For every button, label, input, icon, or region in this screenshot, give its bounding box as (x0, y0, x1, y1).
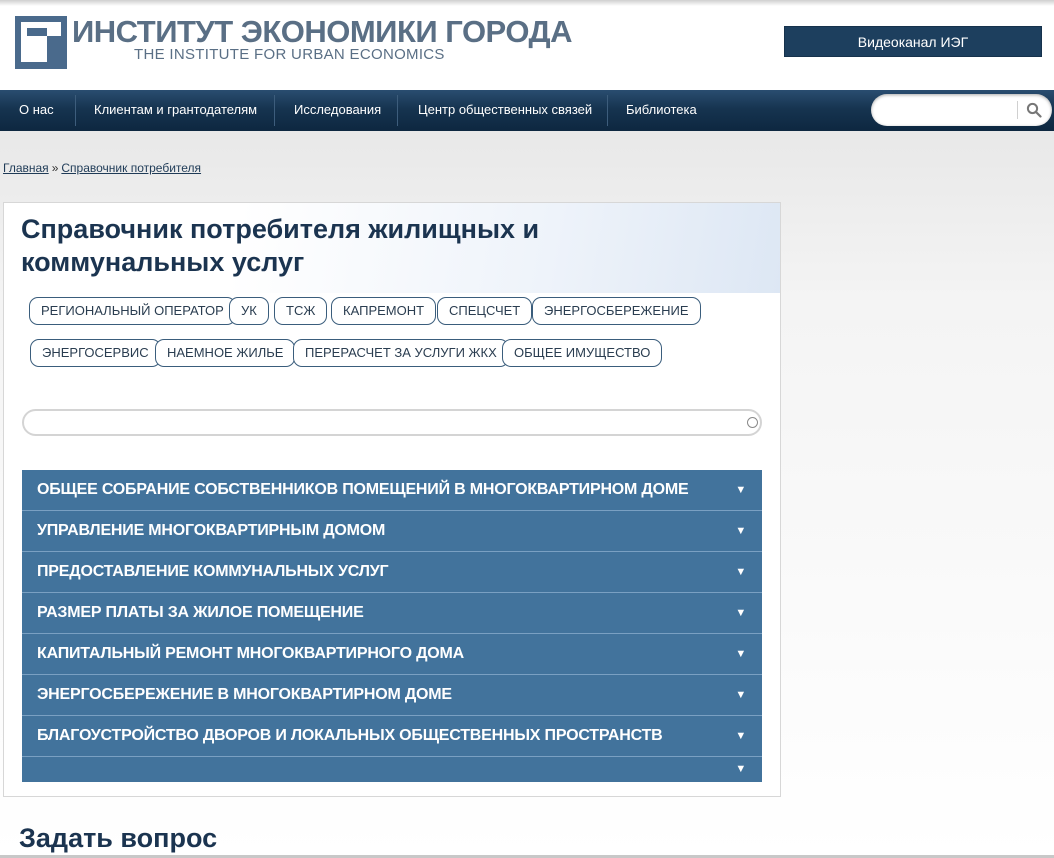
search-divider (1017, 101, 1018, 119)
triangle-down-icon: ▼ (735, 689, 746, 701)
accordion-item[interactable]: ПРЕДОСТАВЛЕНИЕ КОММУНАЛЬНЫХ УСЛУГ ▼ (22, 552, 762, 593)
triangle-down-icon: ▼ (735, 566, 746, 578)
tag-tszh[interactable]: ТСЖ (274, 297, 328, 325)
logo-subtitle: THE INSTITUTE FOR URBAN ECONOMICS (134, 46, 445, 63)
nav-item-about[interactable]: О нас (19, 90, 54, 131)
triangle-down-icon: ▼ (735, 763, 746, 775)
accordion-item-label: УПРАВЛЕНИЕ МНОГОКВАРТИРНЫМ ДОМОМ (37, 522, 386, 539)
search-icon[interactable] (1026, 102, 1042, 118)
accordion-item[interactable]: РАЗМЕР ПЛАТЫ ЗА ЖИЛОЕ ПОМЕЩЕНИЕ ▼ (22, 593, 762, 634)
accordion-item-label: БЛАГОУСТРОЙСТВО ДВОРОВ И ЛОКАЛЬНЫХ ОБЩЕС… (37, 727, 663, 744)
logo-title[interactable]: ИНСТИТУТ ЭКОНОМИКИ ГОРОДА (72, 14, 573, 50)
site-search (871, 94, 1052, 126)
tag-regional-operator[interactable]: РЕГИОНАЛЬНЫЙ ОПЕРАТОР (29, 297, 236, 325)
page-title: Справочник потребителя жилищных и коммун… (21, 214, 540, 277)
nav-separator (607, 95, 608, 126)
nav-separator (397, 95, 398, 126)
tag-energy-service[interactable]: ЭНЕРГОСЕРВИС (30, 339, 161, 367)
ask-question-title: Задать вопрос (19, 823, 218, 853)
breadcrumb-separator: » (51, 161, 59, 175)
nav-separator (75, 95, 76, 126)
logo-icon[interactable] (15, 16, 67, 69)
accordion-item[interactable]: КАПИТАЛЬНЫЙ РЕМОНТ МНОГОКВАРТИРНОГО ДОМА… (22, 634, 762, 675)
tag-recalculation[interactable]: ПЕРЕРАСЧЕТ ЗА УСЛУГИ ЖКХ (293, 339, 509, 367)
breadcrumb-current-link[interactable]: Справочник потребителя (61, 161, 201, 175)
site-header: ИНСТИТУТ ЭКОНОМИКИ ГОРОДА THE INSTITUTE … (0, 0, 1054, 90)
tag-common-property[interactable]: ОБЩЕЕ ИМУЩЕСТВО (502, 339, 663, 367)
nav-item-library[interactable]: Библиотека (626, 90, 697, 131)
tag-uk[interactable]: УК (229, 297, 269, 325)
triangle-down-icon: ▼ (735, 607, 746, 619)
accordion-item[interactable]: БЛАГОУСТРОЙСТВО ДВОРОВ И ЛОКАЛЬНЫХ ОБЩЕС… (22, 716, 762, 757)
accordion-item-label: РАЗМЕР ПЛАТЫ ЗА ЖИЛОЕ ПОМЕЩЕНИЕ (37, 604, 364, 621)
reference-card: Справочник потребителя жилищных и коммун… (3, 202, 781, 797)
tag-kapremont[interactable]: КАПРЕМОНТ (331, 297, 437, 325)
accordion-item-label: КАПИТАЛЬНЫЙ РЕМОНТ МНОГОКВАРТИРНОГО ДОМА (37, 645, 465, 662)
nav-item-research[interactable]: Исследования (294, 90, 381, 131)
accordion-item[interactable]: ▼ (22, 757, 762, 782)
circle-icon (747, 417, 758, 428)
filter-field (22, 409, 762, 436)
nav-separator (274, 95, 275, 126)
tag-special-account[interactable]: СПЕЦСЧЕТ (437, 297, 533, 325)
search-input[interactable] (883, 100, 1013, 120)
accordion-item[interactable]: ЭНЕРГОСБЕРЕЖЕНИЕ В МНОГОКВАРТИРНОМ ДОМЕ … (22, 675, 762, 716)
accordion-item[interactable]: ОБЩЕЕ СОБРАНИЕ СОБСТВЕННИКОВ ПОМЕЩЕНИЙ В… (22, 470, 762, 511)
triangle-down-icon: ▼ (735, 484, 746, 496)
accordion-item-label: ЭНЕРГОСБЕРЕЖЕНИЕ В МНОГОКВАРТИРНОМ ДОМЕ (37, 686, 452, 703)
tag-energy-saving[interactable]: ЭНЕРГОСБЕРЕЖЕНИЕ (532, 297, 701, 325)
breadcrumb: Главная» Справочник потребителя (3, 161, 201, 175)
section-accordion: ОБЩЕЕ СОБРАНИЕ СОБСТВЕННИКОВ ПОМЕЩЕНИЙ В… (22, 470, 762, 782)
triangle-down-icon: ▼ (735, 525, 746, 537)
video-channel-button[interactable]: Видеоканал ИЭГ (784, 26, 1042, 57)
triangle-down-icon: ▼ (735, 648, 746, 660)
accordion-item-label: ОБЩЕЕ СОБРАНИЕ СОБСТВЕННИКОВ ПОМЕЩЕНИЙ В… (37, 481, 689, 498)
nav-item-pr-center[interactable]: Центр общественных связей (418, 90, 592, 131)
tag-rental-housing[interactable]: НАЕМНОЕ ЖИЛЬЕ (155, 339, 296, 367)
nav-item-clients[interactable]: Клиентам и грантодателям (94, 90, 257, 131)
accordion-item[interactable]: УПРАВЛЕНИЕ МНОГОКВАРТИРНЫМ ДОМОМ ▼ (22, 511, 762, 552)
filter-input[interactable] (34, 414, 734, 432)
accordion-item-label: ПРЕДОСТАВЛЕНИЕ КОММУНАЛЬНЫХ УСЛУГ (37, 563, 389, 580)
breadcrumb-home-link[interactable]: Главная (3, 161, 49, 175)
